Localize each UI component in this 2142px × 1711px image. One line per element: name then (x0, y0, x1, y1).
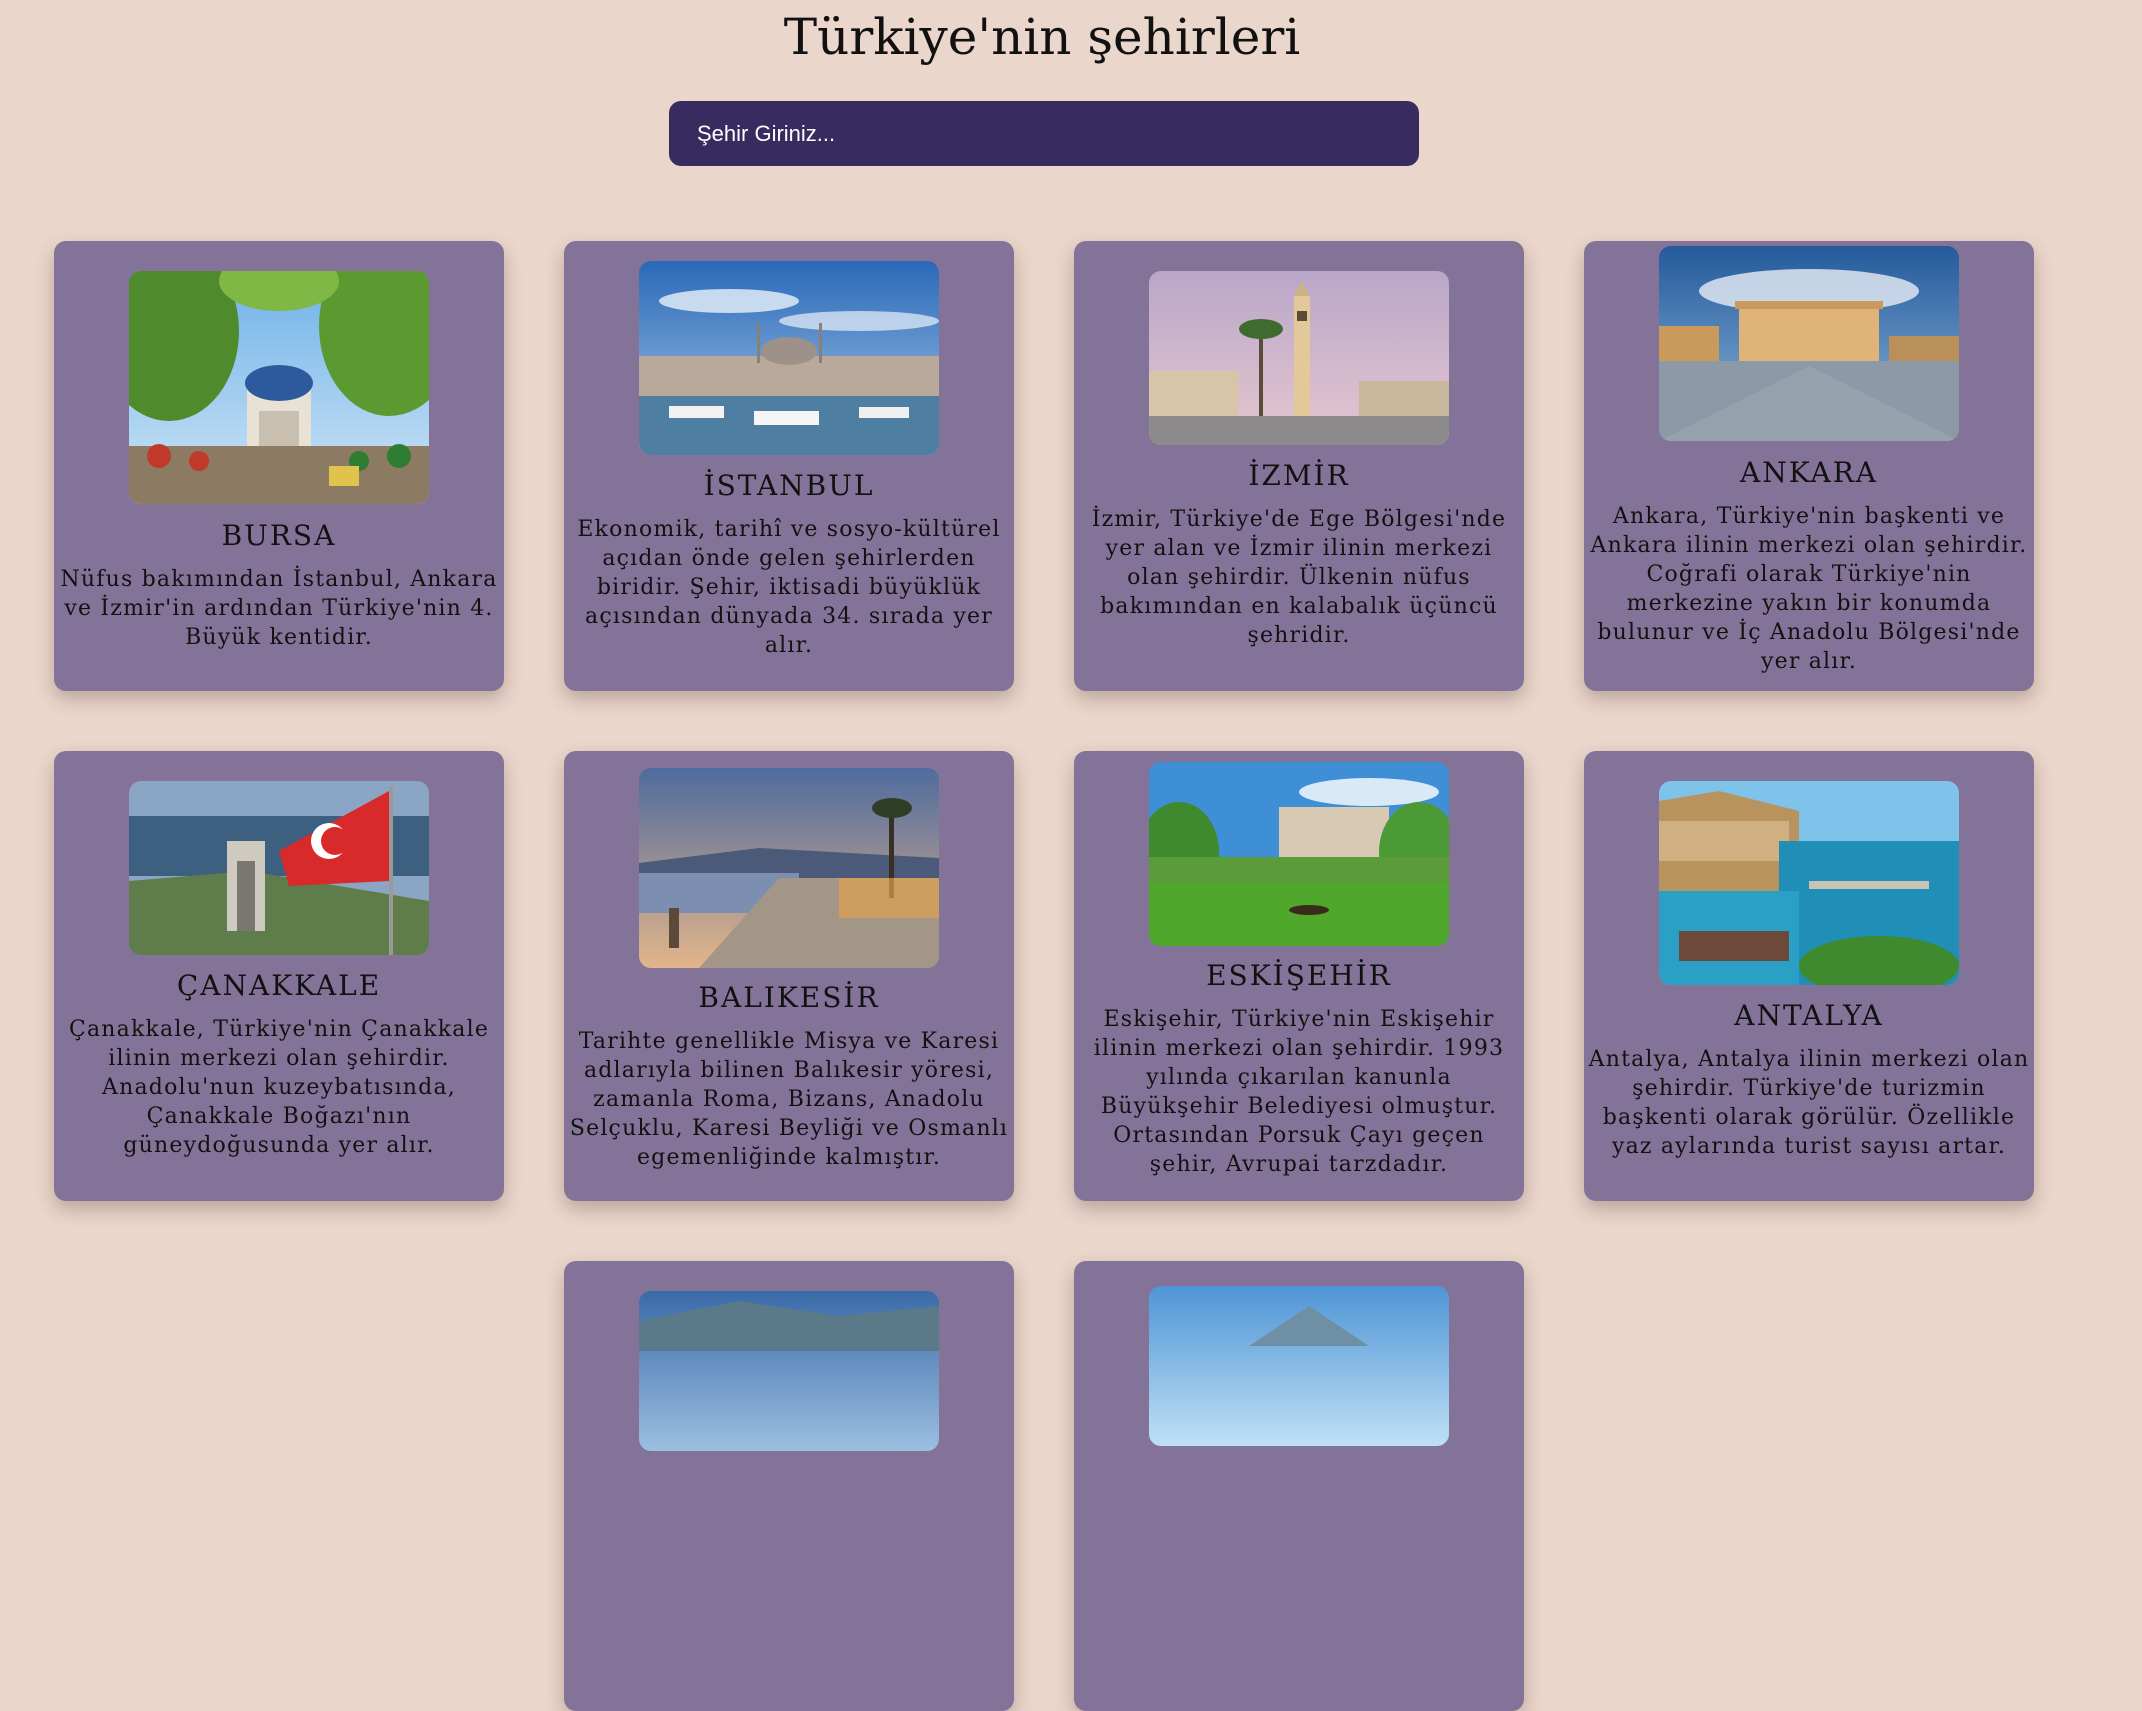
city-name: BURSA (221, 519, 337, 552)
city-photo-bursa (129, 271, 429, 504)
city-description: Nüfus bakımından İstanbul, Ankara ve İzm… (60, 567, 498, 650)
city-name: ÇANAKKALE (176, 969, 382, 1002)
city-name: ESKİŞEHİR (1206, 959, 1392, 992)
city-description: İzmir, Türkiye'de Ege Bölgesi'nde yer al… (1091, 507, 1507, 648)
city-photo-ankara (1659, 246, 1959, 441)
city-card-balikesir[interactable]: BALIKESİR Tarihte genellikle Misya ve Ka… (564, 751, 1014, 1201)
city-name: İSTANBUL (703, 469, 875, 502)
city-photo-antalya (1659, 781, 1959, 985)
city-photo-balikesir (639, 768, 939, 968)
city-search-input[interactable] (669, 101, 1419, 166)
city-description: Tarihte genellikle Misya ve Karesi adlar… (569, 1029, 1009, 1170)
city-card-antalya[interactable]: ANTALYA Antalya, Antalya ilinin merkezi … (1584, 751, 2034, 1201)
city-card-eskisehir[interactable]: ESKİŞEHİR Eskişehir, Türkiye'nin Eskişeh… (1074, 751, 1524, 1201)
city-photo-partial-1 (639, 1291, 939, 1451)
city-card-ankara[interactable]: ANKARA Ankara, Türkiye'nin başkenti ve A… (1584, 241, 2034, 691)
city-description: Ankara, Türkiye'nin başkenti ve Ankara i… (1590, 504, 2028, 674)
city-name: ANKARA (1739, 456, 1879, 489)
city-photo-istanbul (639, 261, 939, 455)
city-name: BALIKESİR (698, 981, 880, 1014)
city-description: Antalya, Antalya ilinin merkezi olan şeh… (1588, 1047, 2030, 1159)
search-box (669, 101, 1419, 166)
city-name: ANTALYA (1734, 999, 1884, 1032)
city-photo-eskisehir (1149, 762, 1449, 946)
page-title: Türkiye'nin şehirleri (783, 8, 1301, 66)
city-description: Eskişehir, Türkiye'nin Eskişehir ilinin … (1093, 1007, 1505, 1177)
city-photo-izmir (1149, 271, 1449, 445)
city-name: İZMİR (1248, 459, 1350, 492)
city-card-partial-1[interactable] (564, 1261, 1014, 1711)
city-card-istanbul[interactable]: İSTANBUL Ekonomik, tarihî ve sosyo-kültü… (564, 241, 1014, 691)
city-card-canakkale[interactable]: ÇANAKKALE Çanakkale, Türkiye'nin Çanakka… (54, 751, 504, 1201)
city-card-izmir[interactable]: İZMİR İzmir, Türkiye'de Ege Bölgesi'nde … (1074, 241, 1524, 691)
city-photo-partial-2 (1149, 1286, 1449, 1446)
city-card-bursa[interactable]: BURSA Nüfus bakımından İstanbul, Ankara … (54, 241, 504, 691)
city-photo-canakkale (129, 781, 429, 955)
city-card-partial-2[interactable] (1074, 1261, 1524, 1711)
city-description: Ekonomik, tarihî ve sosyo-kültürel açıda… (577, 517, 1001, 658)
city-description: Çanakkale, Türkiye'nin Çanakkale ilinin … (68, 1017, 490, 1158)
